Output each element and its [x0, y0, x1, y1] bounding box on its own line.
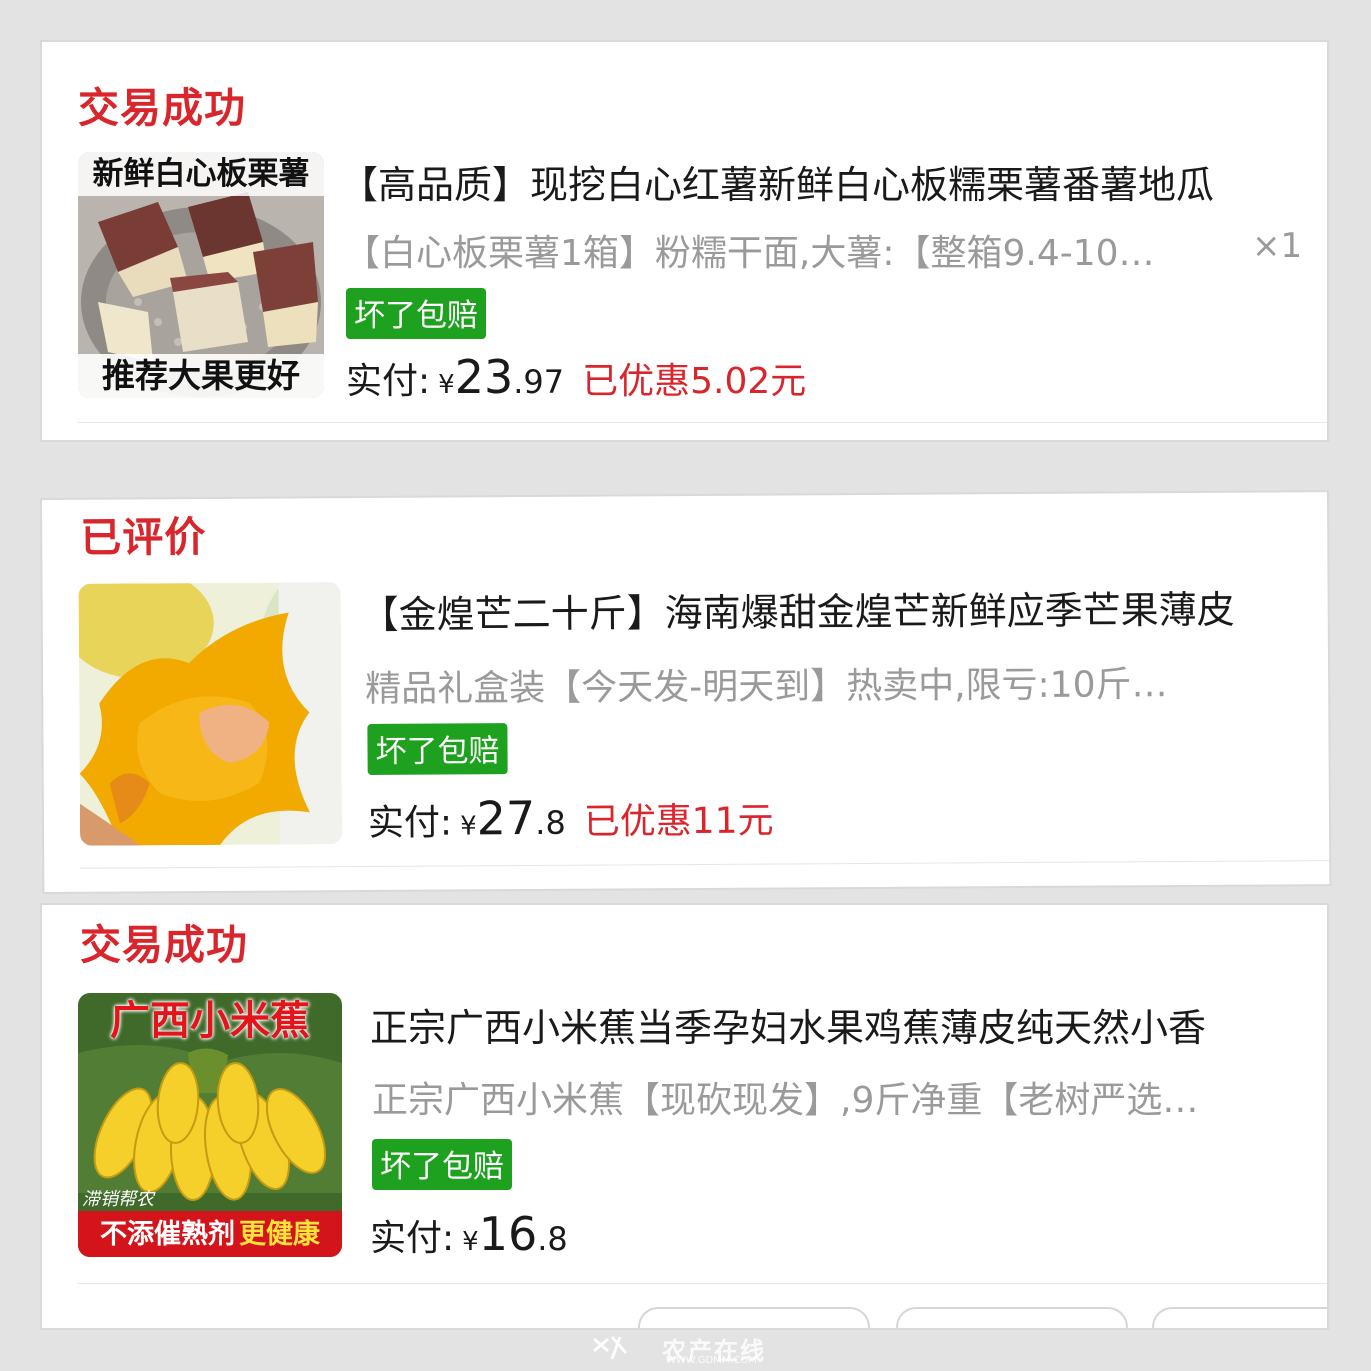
- price-row: 实付: ¥16.8: [370, 1207, 568, 1261]
- product-title[interactable]: 【金煌芒二十斤】海南爆甜金煌芒新鲜应季芒果薄皮: [361, 579, 1235, 639]
- thumbnail-caption-top: 广西小米蕉: [110, 998, 310, 1044]
- price-integer: 23: [454, 350, 514, 404]
- divider: [80, 860, 1330, 869]
- product-thumbnail[interactable]: 广西小米蕉 滞销帮农 不添催熟剂 更健康: [78, 993, 342, 1257]
- guarantee-badge: 坏了包赔: [372, 1139, 512, 1190]
- product-title[interactable]: 正宗广西小米蕉当季孕妇水果鸡蕉薄皮纯天然小香: [370, 997, 1206, 1052]
- price-decimal: .8: [537, 1220, 568, 1258]
- product-thumbnail[interactable]: [78, 582, 343, 846]
- order-card[interactable]: 已评价 【金煌芒二十斤】海南爆甜金煌芒新鲜应季芒果薄皮 精品礼盒装【今天发-明天…: [42, 492, 1330, 892]
- action-button[interactable]: [896, 1307, 1128, 1328]
- thumbnail-caption-side: 滞销帮农: [82, 1189, 154, 1210]
- price-integer: 27: [476, 790, 536, 846]
- thumbnail-caption-bottom: 不添催熟剂 更健康: [78, 1213, 342, 1257]
- guarantee-badge: 坏了包赔: [346, 288, 486, 339]
- thumbnail-caption-bottom-a: 不添催熟剂: [100, 1219, 235, 1250]
- currency-symbol: ¥: [438, 370, 455, 400]
- order-card[interactable]: 交易成功 广西小米蕉 滞销帮农 不添催熟剂 更健康 正宗广西小米蕉当季孕妇水果鸡…: [42, 905, 1327, 1328]
- product-spec: 【白心板栗薯1箱】粉糯干面,大薯:【整箱9.4-10…: [344, 233, 1155, 274]
- thumbnail-caption-bottom-b: 更健康: [239, 1219, 320, 1250]
- thumbnail-caption-bottom: 推荐大果更好: [78, 354, 324, 398]
- discount-text: 已优惠5.02元: [582, 361, 807, 402]
- product-spec: 正宗广西小米蕉【现砍现发】,9斤净重【老树严选…: [372, 1080, 1199, 1121]
- product-thumbnail[interactable]: 新鲜白心板栗薯 推荐大果更好: [78, 152, 324, 398]
- currency-symbol: ¥: [462, 1227, 479, 1257]
- price-label: 实付:: [367, 802, 453, 845]
- quantity: ×1: [1252, 226, 1303, 266]
- mango-image: [78, 582, 343, 846]
- guarantee-badge: 坏了包赔: [367, 723, 508, 776]
- price-row: 实付: ¥27.8 已优惠11元: [368, 790, 774, 846]
- action-button[interactable]: [638, 1307, 870, 1328]
- order-card[interactable]: 交易成功 新鲜白心板栗薯 推荐大果更好 【高品质】现挖白心红薯新鲜白心板糯栗薯番…: [42, 42, 1327, 440]
- product-spec: 精品礼盒装【今天发-明天到】热卖中,限亏:10斤…: [365, 664, 1168, 711]
- divider: [78, 422, 1327, 423]
- thumbnail-caption-top: 新鲜白心板栗薯: [78, 152, 324, 196]
- watermark: 农产在线 WWW.GDMM.COM: [590, 1333, 790, 1367]
- product-title[interactable]: 【高品质】现挖白心红薯新鲜白心板糯栗薯番薯地瓜: [340, 154, 1214, 209]
- order-status: 已评价: [80, 512, 207, 562]
- currency-symbol: ¥: [460, 811, 477, 842]
- discount-text: 已优惠11元: [583, 800, 774, 843]
- price-row: 实付: ¥23.97 已优惠5.02元: [346, 350, 806, 404]
- divider: [78, 1283, 1327, 1284]
- price-integer: 16: [478, 1207, 538, 1261]
- watermark-url: WWW.GDMM.COM: [666, 1355, 758, 1366]
- order-status: 交易成功: [80, 921, 248, 969]
- order-status: 交易成功: [78, 84, 246, 132]
- price-label: 实付:: [346, 361, 431, 402]
- watermark-logo-icon: [593, 1336, 628, 1360]
- action-button[interactable]: [1152, 1307, 1327, 1328]
- price-label: 实付:: [370, 1218, 455, 1259]
- price-decimal: .97: [513, 363, 565, 401]
- price-decimal: .8: [535, 803, 566, 842]
